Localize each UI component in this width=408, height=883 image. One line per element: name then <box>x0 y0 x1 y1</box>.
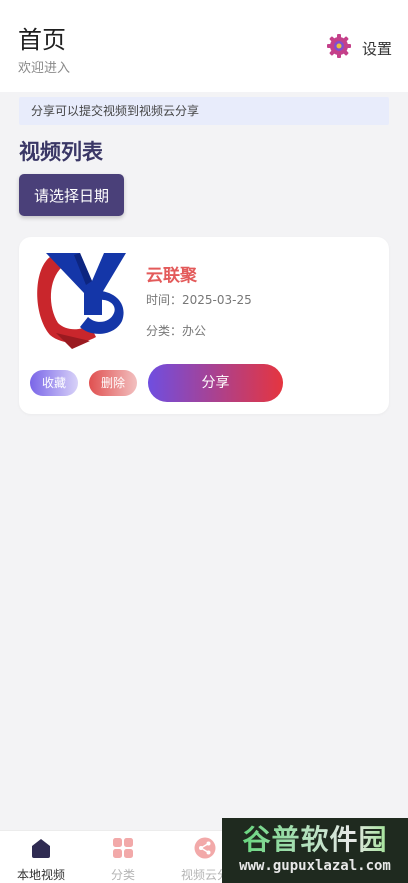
tab-label: 分类 <box>110 868 135 882</box>
notice-banner: 分享可以提交视频到视频云分享 <box>19 97 389 125</box>
video-time: 时间：2025-03-25 <box>146 293 252 307</box>
watermark: 谷普软件园 www.gupuxlazal.com <box>222 818 408 883</box>
favorite-button[interactable]: 收藏 <box>30 370 78 396</box>
watermark-title: 谷普软件园 <box>222 824 408 856</box>
video-name[interactable]: 云联聚 <box>146 261 197 286</box>
tab-local-video[interactable]: 本地视频 <box>0 837 82 883</box>
gear-icon <box>326 33 352 63</box>
section-title: 视频列表 <box>19 140 103 164</box>
settings-label: 设置 <box>361 39 392 58</box>
tab-label: 本地视频 <box>16 868 65 882</box>
video-card[interactable]: 云联聚 时间：2025-03-25 分类：办公 收藏 删除 分享 <box>19 237 389 414</box>
select-date-button[interactable]: 请选择日期 <box>19 174 124 216</box>
page-title: 首页 <box>18 26 66 54</box>
grid-icon <box>82 837 164 863</box>
watermark-url: www.gupuxlazal.com <box>239 858 391 874</box>
header: 首页 欢迎进入 设置 <box>0 0 408 92</box>
home-icon <box>0 837 82 863</box>
page-subtitle: 欢迎进入 <box>18 61 71 76</box>
video-thumbnail[interactable] <box>28 245 138 355</box>
delete-button[interactable]: 删除 <box>89 370 137 396</box>
settings-button[interactable]: 设置 <box>326 33 392 63</box>
video-category: 分类：办公 <box>146 324 207 338</box>
share-button[interactable]: 分享 <box>148 364 283 402</box>
tab-category[interactable]: 分类 <box>82 837 164 883</box>
